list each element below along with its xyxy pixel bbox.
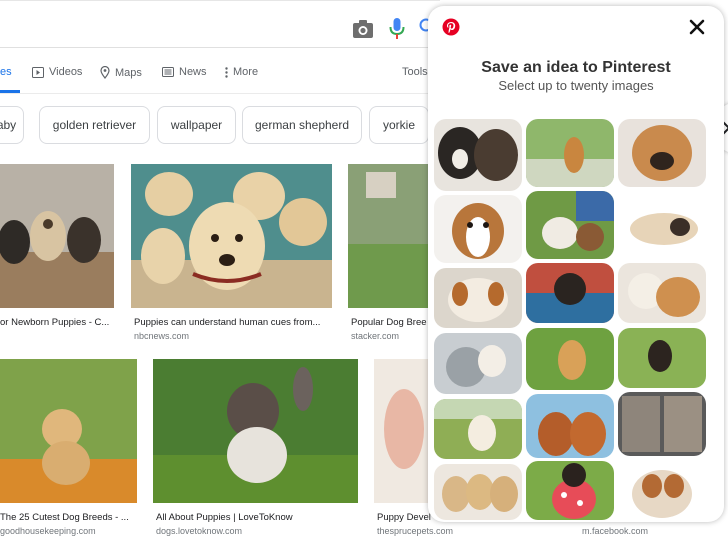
result-source: dogs.lovetoknow.com (156, 526, 243, 536)
result-caption[interactable]: Puppy Devel (377, 512, 433, 523)
news-icon (162, 67, 174, 77)
camera-icon[interactable] (352, 19, 374, 39)
tab-more[interactable]: More (225, 66, 258, 78)
panel-title: Save an idea to Pinterest (481, 59, 671, 76)
chip-wallpaper[interactable]: wallpaper (157, 106, 236, 144)
pin-image-tile[interactable] (526, 119, 614, 187)
pin-image-tile[interactable] (618, 328, 706, 388)
close-icon[interactable] (688, 18, 706, 36)
chip-label: yorkie (382, 118, 415, 132)
pin-image-tile[interactable] (526, 394, 614, 458)
tab-maps[interactable]: Maps (100, 66, 142, 79)
pin-image-tile[interactable] (434, 333, 522, 394)
result-source: thesprucepets.com (377, 526, 454, 536)
tab-label: News (179, 66, 207, 78)
chip-label: golden retriever (52, 118, 137, 132)
chip-label: german shepherd (254, 118, 350, 132)
tab-label: Maps (115, 66, 142, 79)
chip-yorkie[interactable]: yorkie (369, 106, 429, 144)
chip-baby[interactable]: aby (0, 106, 24, 144)
result-source: nbcnews.com (134, 331, 190, 341)
tab-label: Videos (49, 66, 83, 78)
chip-golden-retriever[interactable]: golden retriever (39, 106, 150, 144)
more-vert-icon (225, 66, 228, 78)
search-tabs: es Videos Maps News More Tools (0, 48, 440, 94)
chip-label: aby (0, 118, 17, 132)
panel-subtitle: Select up to twenty images (498, 78, 654, 93)
pinterest-logo-icon (442, 18, 460, 36)
result-image[interactable] (131, 164, 332, 308)
result-image[interactable] (348, 164, 430, 308)
result-image[interactable] (153, 359, 358, 503)
chip-german-shepherd[interactable]: german shepherd (242, 106, 362, 144)
pin-image-tile[interactable] (618, 460, 706, 520)
result-source: m.facebook.com (582, 526, 649, 536)
result-source: stacker.com (351, 331, 400, 341)
pin-image-tile[interactable] (618, 191, 706, 259)
pinterest-save-panel: Save an idea to Pinterest Select up to t… (428, 6, 724, 522)
chip-label: wallpaper (170, 118, 223, 132)
result-image[interactable] (0, 359, 137, 503)
pin-image-tile[interactable] (434, 119, 522, 191)
pin-image-tile[interactable] (526, 328, 614, 390)
result-source: goodhousekeeping.com (0, 526, 96, 536)
result-caption[interactable]: Popular Dog Bree (351, 317, 429, 328)
pin-image-tile[interactable] (526, 263, 614, 323)
result-caption[interactable]: The 25 Cutest Dog Breeds - ... (0, 512, 137, 523)
tools-label: Tools (402, 66, 428, 78)
pin-image-tile[interactable] (618, 263, 706, 323)
tab-videos[interactable]: Videos (32, 66, 82, 78)
pin-image-tile[interactable] (526, 191, 614, 259)
pin-image-tile[interactable] (526, 461, 614, 520)
pin-image-tile[interactable] (434, 464, 522, 520)
tab-label: More (233, 66, 259, 78)
pin-image-tile[interactable] (434, 195, 522, 263)
result-image[interactable] (0, 164, 114, 308)
video-icon (32, 66, 44, 78)
mic-icon[interactable] (388, 17, 406, 41)
result-caption[interactable]: All About Puppies | LoveToKnow (156, 512, 356, 523)
result-caption[interactable]: Puppies can understand human cues from..… (134, 317, 330, 328)
page-footer-edge (0, 548, 728, 556)
active-tab-indicator (0, 90, 20, 93)
tools-button[interactable]: Tools (402, 66, 428, 78)
result-caption[interactable]: or Newborn Puppies - C... (0, 317, 114, 328)
tab-images[interactable]: es (0, 66, 12, 78)
tab-label: es (0, 66, 12, 78)
tab-news[interactable]: News (162, 66, 207, 78)
map-pin-icon (100, 66, 110, 79)
result-image[interactable] (374, 359, 430, 503)
search-bar[interactable] (0, 0, 440, 48)
pin-image-tile[interactable] (434, 268, 522, 328)
pin-image-tile[interactable] (618, 119, 706, 187)
pin-image-tile[interactable] (434, 399, 522, 459)
pin-image-tile[interactable] (618, 392, 706, 456)
